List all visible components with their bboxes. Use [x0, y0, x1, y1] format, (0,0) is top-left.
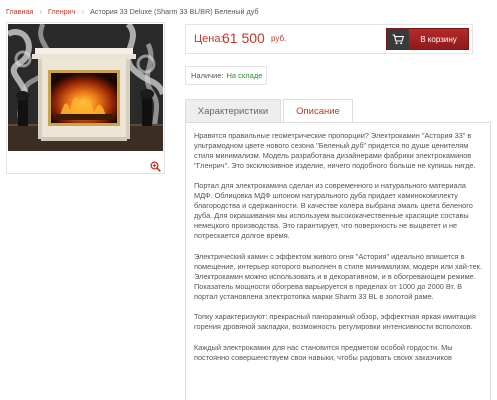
description-panel: Нравятся правильные геометрические пропо… [185, 122, 491, 400]
fireplace-photo [8, 24, 163, 151]
breadcrumb: Главная › Гленрич › Астория 33 Deluxe (S… [6, 4, 258, 18]
breadcrumb-separator-icon: › [39, 6, 43, 16]
stock-value: На складе [226, 71, 263, 80]
price-currency: руб. [271, 34, 287, 43]
price-label: Цена: [194, 33, 224, 45]
description-paragraph: Топку характеризуют: прекрасный панорамн… [194, 312, 476, 332]
description-paragraph: Портал для электрокамина сделан из совре… [194, 181, 473, 241]
description-paragraph: Электрический камин с эффектом живого ог… [194, 251, 482, 301]
breadcrumb-separator-icon: › [81, 6, 85, 16]
add-to-cart-label: В корзину [420, 34, 457, 44]
product-image-panel [6, 22, 165, 174]
price-panel: Цена: 61 500 руб. В корзину [185, 24, 473, 54]
breadcrumb-category-link[interactable]: Гленрич [48, 7, 75, 16]
stock-status: Наличие: На складе [185, 66, 267, 85]
description-paragraph: Каждый электрокамин для нас становится п… [194, 342, 453, 362]
product-photo[interactable] [8, 24, 163, 151]
zoom-in-icon[interactable] [150, 159, 161, 172]
shopping-cart-icon [387, 29, 409, 49]
stock-label: Наличие: [191, 71, 224, 80]
breadcrumb-current-page: Астория 33 Deluxe (Sharm 33 BL/BR) Белен… [90, 6, 259, 16]
tab-characteristics[interactable]: Характеристики [185, 99, 281, 123]
tab-description[interactable]: Описание [283, 99, 353, 123]
price-value: 61 500 [222, 30, 265, 46]
add-to-cart-button[interactable]: В корзину [386, 28, 469, 50]
breadcrumb-home-link[interactable]: Главная [6, 7, 33, 16]
description-paragraph: Нравятся правильные геометрические пропо… [194, 131, 476, 170]
